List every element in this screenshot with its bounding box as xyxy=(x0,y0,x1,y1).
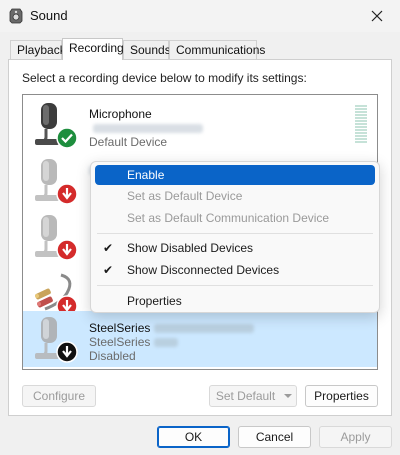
volume-level-meter xyxy=(355,105,367,145)
chevron-down-icon xyxy=(284,394,292,398)
device-item-steelseries[interactable]: SteelSeries SteelSeries Disabled xyxy=(23,311,377,367)
device-item-microphone[interactable]: Microphone Default Device xyxy=(23,97,377,153)
menu-item-label: Set as Default Device xyxy=(127,189,243,203)
cancel-button[interactable]: Cancel xyxy=(238,426,311,448)
properties-button[interactable]: Properties xyxy=(305,385,378,407)
device-name: Microphone xyxy=(89,107,152,121)
menu-separator xyxy=(97,285,373,286)
menu-item-set-default-device: Set as Default Device xyxy=(95,186,375,206)
device-description: SteelSeries xyxy=(89,335,179,349)
menu-separator xyxy=(97,233,373,234)
checkmark-icon: ✔ xyxy=(103,263,114,277)
menu-item-show-disconnected-devices[interactable]: ✔ Show Disconnected Devices xyxy=(95,260,375,280)
tab-recording[interactable]: Recording xyxy=(62,38,124,60)
set-default-dropdown[interactable] xyxy=(281,385,297,407)
menu-item-label: Enable xyxy=(127,168,165,182)
set-default-button[interactable]: Set Default xyxy=(209,385,282,407)
configure-button[interactable]: Configure xyxy=(22,385,96,407)
green-check-icon xyxy=(56,127,78,149)
black-down-arrow-icon xyxy=(56,341,78,363)
window-title: Sound xyxy=(30,8,68,23)
speaker-app-icon xyxy=(9,8,23,24)
apply-button[interactable]: Apply xyxy=(319,426,392,448)
menu-item-label: Show Disconnected Devices xyxy=(127,263,280,277)
tab-bar: Playback Recording Sounds Communications xyxy=(0,38,400,60)
close-icon xyxy=(371,10,383,22)
tab-communications[interactable]: Communications xyxy=(169,40,265,60)
device-status: Disabled xyxy=(89,349,136,363)
menu-item-show-disabled-devices[interactable]: ✔ Show Disabled Devices xyxy=(95,238,375,258)
menu-item-enable[interactable]: Enable xyxy=(95,165,375,185)
title-bar: Sound xyxy=(0,0,400,32)
menu-item-label: Properties xyxy=(127,294,182,308)
instructions-text: Select a recording device below to modif… xyxy=(22,71,307,85)
checkmark-icon: ✔ xyxy=(103,241,114,255)
menu-item-label: Show Disabled Devices xyxy=(127,241,254,255)
device-name-text: SteelSeries xyxy=(89,321,151,335)
tab-sounds[interactable]: Sounds xyxy=(123,40,171,60)
tab-playback[interactable]: Playback xyxy=(10,40,66,60)
menu-item-set-default-communication-device: Set as Default Communication Device xyxy=(95,208,375,228)
ok-button[interactable]: OK xyxy=(157,426,230,448)
menu-item-properties[interactable]: Properties xyxy=(95,291,375,311)
context-menu: Enable Set as Default Device Set as Defa… xyxy=(90,161,380,313)
red-down-arrow-icon xyxy=(56,239,78,261)
device-description-text: SteelSeries xyxy=(89,335,151,349)
red-down-arrow-icon xyxy=(56,183,78,205)
device-status: Default Device xyxy=(89,135,168,149)
menu-item-label: Set as Default Communication Device xyxy=(127,211,330,225)
device-name: SteelSeries xyxy=(89,321,255,335)
device-description xyxy=(89,121,203,135)
close-button[interactable] xyxy=(354,0,400,32)
